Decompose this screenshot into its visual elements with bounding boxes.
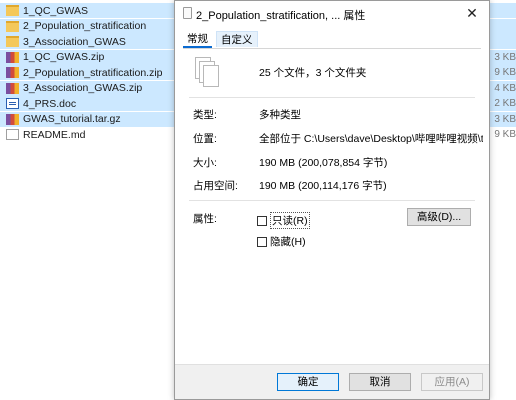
hidden-checkbox[interactable] xyxy=(257,236,267,247)
selection-summary: 25 个文件，3 个文件夹 xyxy=(259,67,367,79)
file-size: 4 KB xyxy=(494,82,516,94)
tab-strip: 常规 自定义 xyxy=(183,31,258,48)
file-size: 2 KB xyxy=(494,98,516,109)
dialog-titlebar[interactable]: 2_Population_stratification, ... 属性 ✕ xyxy=(175,1,489,25)
dialog-footer: 确定 取消 应用(A) xyxy=(175,364,489,399)
type-value: 多种类型 xyxy=(259,109,301,121)
archive-icon xyxy=(6,82,19,94)
tab-general[interactable]: 常规 xyxy=(183,31,212,48)
readonly-checkbox-row[interactable]: 只读(R) xyxy=(257,212,310,229)
folder-icon xyxy=(6,36,19,47)
archive-icon xyxy=(6,51,19,63)
properties-dialog: 2_Population_stratification, ... 属性 ✕ 常规… xyxy=(174,0,490,400)
folder-icon xyxy=(6,5,19,16)
disk-size-value: 190 MB (200,114,176 字节) xyxy=(259,180,387,192)
folder-icon xyxy=(6,20,19,32)
file-name: README.md xyxy=(23,128,86,141)
file-name: 3_Association_GWAS xyxy=(23,35,126,48)
location-label: 位置: xyxy=(193,133,217,145)
size-value: 190 MB (200,078,854 字节) xyxy=(259,157,388,169)
file-name: 2_Population_stratification xyxy=(23,20,147,32)
tab-divider xyxy=(183,48,481,49)
readonly-checkbox[interactable] xyxy=(257,215,267,226)
file-name: 4_PRS.doc xyxy=(23,97,77,110)
hidden-checkbox-row[interactable]: 隐藏(H) xyxy=(257,234,306,249)
dialog-title: 2_Population_stratification, ... 属性 xyxy=(196,10,366,22)
close-button[interactable]: ✕ xyxy=(461,3,483,23)
type-label: 类型: xyxy=(193,109,217,121)
text-file-icon xyxy=(6,129,19,140)
file-name: 3_Association_GWAS.zip xyxy=(23,82,143,94)
hidden-label[interactable]: 隐藏(H) xyxy=(270,234,306,249)
size-label: 大小: xyxy=(193,157,217,169)
cancel-button[interactable]: 取消 xyxy=(349,373,411,391)
disk-size-label: 占用空间: xyxy=(193,180,238,192)
file-name: 2_Population_stratification.zip xyxy=(23,66,163,79)
location-value: 全部位于 C:\Users\dave\Desktop\哔哩哔哩视频\test xyxy=(259,133,483,145)
file-size: 3 KB xyxy=(494,51,516,63)
file-name: 1_QC_GWAS.zip xyxy=(23,51,105,63)
apply-button[interactable]: 应用(A) xyxy=(421,373,483,391)
file-icon xyxy=(183,7,192,19)
tab-custom[interactable]: 自定义 xyxy=(216,31,258,47)
attributes-label: 属性: xyxy=(193,213,217,225)
file-name: GWAS_tutorial.tar.gz xyxy=(23,113,121,125)
multiple-files-icon xyxy=(195,57,221,87)
advanced-button[interactable]: 高级(D)... xyxy=(407,208,471,226)
archive-icon xyxy=(6,67,19,78)
file-size: 9 KB xyxy=(494,67,516,78)
document-icon xyxy=(6,98,19,109)
file-size: 3 KB xyxy=(494,113,516,125)
file-size: 9 KB xyxy=(494,129,516,140)
readonly-label[interactable]: 只读(R) xyxy=(270,212,310,229)
archive-icon xyxy=(6,113,19,125)
divider xyxy=(189,97,475,98)
divider xyxy=(189,200,475,201)
file-name: 1_QC_GWAS xyxy=(23,4,88,17)
ok-button[interactable]: 确定 xyxy=(277,373,339,391)
